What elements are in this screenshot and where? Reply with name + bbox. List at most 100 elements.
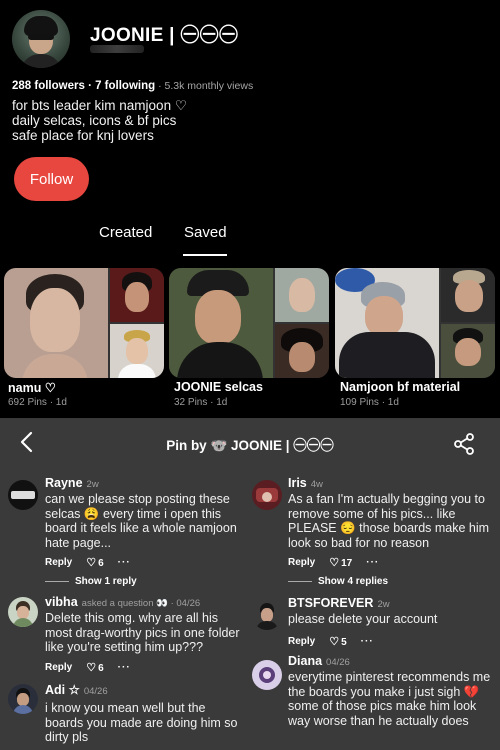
board-cover-bottom-right: [275, 324, 329, 378]
like-count: 17: [341, 558, 353, 569]
board-cover: [335, 268, 495, 378]
like-count: 5: [341, 636, 347, 648]
comment-author[interactable]: Rayne: [45, 476, 83, 490]
reply-button[interactable]: Reply: [288, 557, 315, 568]
board-cover-bottom-right: [110, 324, 164, 378]
monthly-views: · 5.3k monthly views: [155, 80, 254, 92]
avatar-hair-shape: [24, 16, 58, 36]
comment-text: Delete this omg. why are all his most dr…: [45, 611, 240, 654]
tab-saved[interactable]: Saved: [184, 224, 227, 241]
comment-time: 04/26: [83, 686, 108, 697]
like-button[interactable]: ♡ 6: [86, 556, 103, 569]
comment-time: 2w: [86, 479, 99, 490]
share-button[interactable]: [452, 432, 476, 456]
board-card-joonie-selcas[interactable]: JOONIE selcas 32 Pins · 1d: [169, 268, 329, 408]
more-options-icon[interactable]: ···: [361, 636, 374, 647]
like-count: 6: [98, 662, 104, 674]
comment-avatar[interactable]: [8, 684, 38, 714]
profile-username-blur: [90, 45, 144, 53]
comment-avatar[interactable]: [8, 597, 38, 627]
board-meta: 109 Pins · 1d: [340, 397, 399, 408]
comment-body: Diana 04/26 everytime pinterest recommend…: [288, 654, 500, 728]
board-cover-main: [335, 268, 439, 378]
reply-button[interactable]: Reply: [45, 557, 72, 568]
comment-actions: Reply ♡ 17 ···: [288, 556, 498, 569]
board-cover: [169, 268, 329, 378]
board-cover-bottom-right: [441, 324, 495, 378]
comment-avatar[interactable]: [252, 600, 282, 630]
comment-avatar[interactable]: [252, 660, 282, 690]
boards-grid: namu ♡ 692 Pins · 1d JOONIE selcas 32 Pi…: [0, 268, 500, 413]
like-count: 6: [98, 558, 104, 569]
like-button[interactable]: ♡ 6: [86, 661, 103, 674]
more-options-icon[interactable]: ···: [118, 662, 131, 673]
profile-display-name: JOONIE | ㊀㊀㊀: [90, 25, 239, 46]
avatar-body-shape: [20, 54, 62, 68]
board-meta: 32 Pins · 1d: [174, 397, 228, 408]
avatar-glasses-shape: [28, 34, 54, 40]
board-card-namu[interactable]: namu ♡ 692 Pins · 1d: [4, 268, 164, 408]
show-replies-button[interactable]: Show 4 replies: [288, 576, 388, 587]
comment-text: everytime pinterest recommends me the bo…: [288, 670, 491, 728]
comments-header: Pin by 🐨 JOONIE | ㊀㊀㊀: [0, 418, 500, 468]
like-button[interactable]: ♡ 17: [329, 556, 352, 569]
comment-body: vibha asked a question 👀 · 04/26 Delete t…: [45, 595, 245, 674]
comment-avatar[interactable]: [8, 480, 38, 510]
show-replies-label: Show 4 replies: [318, 576, 389, 587]
board-card-namjoon-bf-material[interactable]: Namjoon bf material 109 Pins · 1d: [335, 268, 495, 408]
board-meta: 692 Pins · 1d: [8, 397, 67, 408]
board-cover: [4, 268, 164, 378]
board-title: JOONIE selcas: [174, 380, 263, 394]
heart-icon: ♡: [86, 557, 97, 569]
bio-line: safe place for knj lovers: [12, 128, 154, 143]
bio-line: for bts leader kim namjoon ♡: [12, 98, 187, 113]
comment-actions: Reply ♡ 6 ···: [45, 556, 245, 569]
comment-time: 4w: [310, 479, 323, 490]
comment-body: Rayne 2w can we please stop posting these…: [45, 476, 245, 569]
profile-section: JOONIE | ㊀㊀㊀ 288 followers · 7 following…: [0, 0, 500, 420]
bio-line: daily selcas, icons & bf pics: [12, 113, 177, 128]
heart-icon: ♡: [86, 661, 97, 674]
board-cover-top-right: [110, 268, 164, 322]
comment-text: As a fan I'm actually begging you to rem…: [288, 492, 490, 550]
board-cover-top-right: [441, 268, 495, 322]
show-replies-button[interactable]: Show 1 reply: [45, 576, 137, 587]
profile-stats: 288 followers · 7 following · 5.3k month…: [12, 80, 253, 92]
followers-count[interactable]: 288 followers: [12, 80, 85, 92]
comment-text: can we please stop posting these selcas …: [45, 492, 237, 550]
more-options-icon[interactable]: ···: [118, 557, 131, 568]
comment-author[interactable]: Diana: [288, 654, 322, 668]
reply-button[interactable]: Reply: [45, 662, 72, 673]
reply-button[interactable]: Reply: [288, 636, 315, 647]
comment-body: BTSFOREVER 2w please delete your account …: [288, 596, 498, 648]
show-replies-label: Show 1 reply: [75, 576, 137, 587]
profile-tabs: Created Saved: [0, 224, 500, 258]
comment-author[interactable]: Adi ☆: [45, 683, 80, 697]
comment-author[interactable]: vibha: [45, 595, 78, 609]
board-title: Namjoon bf material: [340, 380, 461, 394]
comment-body: Iris 4w As a fan I'm actually begging you…: [288, 476, 498, 569]
comment-author[interactable]: Iris: [288, 476, 307, 490]
comment-actions: Reply ♡ 5 ···: [288, 635, 498, 648]
comment-text: i know you mean well but the boards you …: [45, 701, 238, 744]
comment-time: 2w: [377, 599, 390, 610]
more-options-icon[interactable]: ···: [366, 557, 379, 568]
heart-icon: ♡: [329, 557, 340, 569]
divider-line: [45, 581, 69, 582]
like-button[interactable]: ♡ 5: [329, 635, 346, 648]
comments-sheet: Pin by 🐨 JOONIE | ㊀㊀㊀ Rayne 2w can we ple…: [0, 418, 500, 750]
profile-avatar[interactable]: [12, 10, 70, 68]
board-cover-main: [4, 268, 108, 378]
comment-time: asked a question 👀 · 04/26: [81, 598, 201, 609]
tab-created[interactable]: Created: [99, 224, 152, 241]
comment-body: Adi ☆ 04/26 i know you mean well but the …: [45, 682, 245, 745]
heart-icon: ♡: [329, 635, 340, 648]
comment-avatar[interactable]: [252, 480, 282, 510]
follow-button[interactable]: Follow: [14, 157, 89, 201]
following-count[interactable]: · 7 following: [85, 80, 155, 92]
divider-line: [288, 581, 312, 582]
comment-text: please delete your account: [288, 612, 438, 626]
comment-author[interactable]: BTSFOREVER: [288, 596, 373, 610]
profile-name-row: JOONIE | ㊀㊀㊀: [90, 20, 238, 47]
active-tab-indicator: [183, 254, 227, 256]
